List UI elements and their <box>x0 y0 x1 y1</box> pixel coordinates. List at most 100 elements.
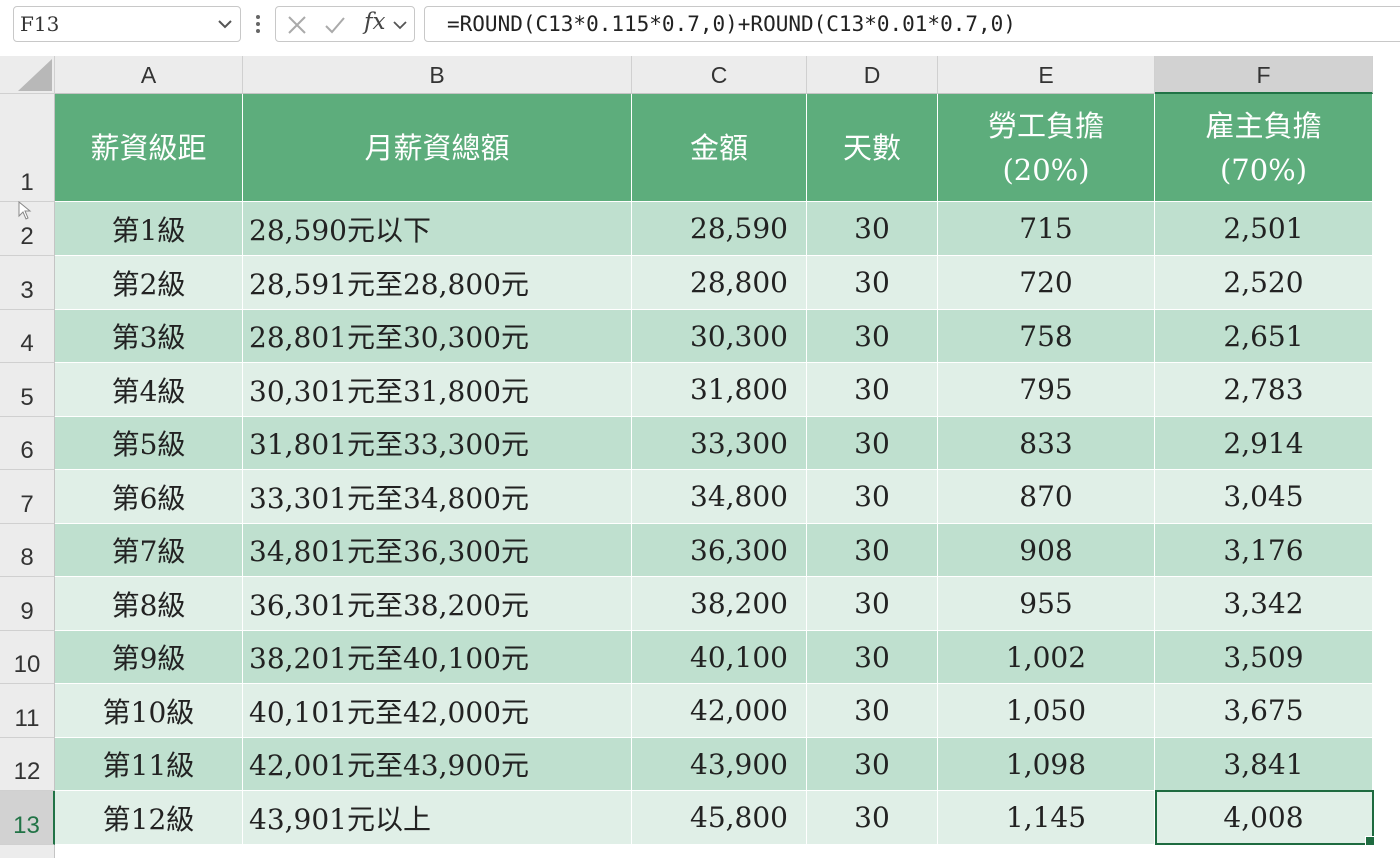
row-header-9[interactable]: 9 <box>0 577 55 631</box>
row-header-14[interactable] <box>0 845 55 858</box>
header-cell-employee-share[interactable]: 勞工負擔 (20%) <box>938 94 1155 202</box>
employer-share-cell[interactable]: 4,008 <box>1155 791 1373 845</box>
employee-share-cell[interactable]: 1,145 <box>938 791 1155 845</box>
name-box[interactable]: F13 <box>13 6 241 42</box>
employee-share-cell[interactable]: 1,050 <box>938 684 1155 738</box>
level-cell[interactable]: 第4級 <box>55 363 243 417</box>
days-cell[interactable]: 30 <box>807 310 938 363</box>
employer-share-cell[interactable]: 2,783 <box>1155 363 1373 417</box>
salary-range-cell[interactable]: 42,001元至43,900元 <box>243 738 632 791</box>
formula-input[interactable]: =ROUND(C13*0.115*0.7,0)+ROUND(C13*0.01*0… <box>424 6 1400 42</box>
row-header-10[interactable]: 10 <box>0 631 55 684</box>
employee-share-cell[interactable]: 908 <box>938 524 1155 577</box>
row-header-8[interactable]: 8 <box>0 524 55 577</box>
salary-range-cell[interactable]: 43,901元以上 <box>243 791 632 845</box>
salary-range-cell[interactable]: 30,301元至31,800元 <box>243 363 632 417</box>
employer-share-cell[interactable]: 3,045 <box>1155 470 1373 524</box>
confirm-check-icon[interactable] <box>324 14 346 36</box>
level-cell[interactable]: 第9級 <box>55 631 243 684</box>
row-header-1[interactable]: 1 <box>0 94 55 202</box>
row-header-12[interactable]: 12 <box>0 738 55 791</box>
row-header-6[interactable]: 6 <box>0 417 55 470</box>
salary-range-cell[interactable]: 28,591元至28,800元 <box>243 256 632 310</box>
row-header-4[interactable]: 4 <box>0 310 55 363</box>
employer-share-cell[interactable]: 3,342 <box>1155 577 1373 631</box>
row-header-13[interactable]: 13 <box>0 791 55 845</box>
employer-share-cell[interactable]: 2,651 <box>1155 310 1373 363</box>
amount-cell[interactable]: 40,100 <box>632 631 807 684</box>
amount-cell[interactable]: 28,800 <box>632 256 807 310</box>
amount-cell[interactable]: 34,800 <box>632 470 807 524</box>
amount-cell[interactable]: 33,300 <box>632 417 807 470</box>
days-cell[interactable]: 30 <box>807 256 938 310</box>
employee-share-cell[interactable]: 715 <box>938 202 1155 256</box>
insert-function-button[interactable]: fx <box>364 9 385 35</box>
employee-share-cell[interactable]: 955 <box>938 577 1155 631</box>
column-header-a[interactable]: A <box>55 56 243 94</box>
days-cell[interactable]: 30 <box>807 202 938 256</box>
days-cell[interactable]: 30 <box>807 363 938 417</box>
amount-cell[interactable]: 28,590 <box>632 202 807 256</box>
header-cell-level[interactable]: 薪資級距 <box>55 94 243 202</box>
cancel-icon[interactable] <box>286 14 308 36</box>
employer-share-cell[interactable]: 3,841 <box>1155 738 1373 791</box>
level-cell[interactable]: 第12級 <box>55 791 243 845</box>
level-cell[interactable]: 第3級 <box>55 310 243 363</box>
amount-cell[interactable]: 30,300 <box>632 310 807 363</box>
column-header-f[interactable]: F <box>1155 56 1373 94</box>
days-cell[interactable]: 30 <box>807 631 938 684</box>
salary-range-cell[interactable]: 38,201元至40,100元 <box>243 631 632 684</box>
employee-share-cell[interactable]: 870 <box>938 470 1155 524</box>
row-header-3[interactable]: 3 <box>0 256 55 310</box>
level-cell[interactable]: 第10級 <box>55 684 243 738</box>
salary-range-cell[interactable]: 28,590元以下 <box>243 202 632 256</box>
amount-cell[interactable]: 38,200 <box>632 577 807 631</box>
employee-share-cell[interactable]: 720 <box>938 256 1155 310</box>
header-cell-amount[interactable]: 金額 <box>632 94 807 202</box>
level-cell[interactable]: 第2級 <box>55 256 243 310</box>
days-cell[interactable]: 30 <box>807 577 938 631</box>
salary-range-cell[interactable]: 36,301元至38,200元 <box>243 577 632 631</box>
chevron-down-icon[interactable] <box>392 17 408 33</box>
column-header-b[interactable]: B <box>243 56 632 94</box>
level-cell[interactable]: 第1級 <box>55 202 243 256</box>
column-header-d[interactable]: D <box>807 56 938 94</box>
days-cell[interactable]: 30 <box>807 524 938 577</box>
fill-handle[interactable] <box>1365 836 1375 846</box>
row-header-7[interactable]: 7 <box>0 470 55 524</box>
days-cell[interactable]: 30 <box>807 738 938 791</box>
row-header-11[interactable]: 11 <box>0 684 55 738</box>
employer-share-cell[interactable]: 3,675 <box>1155 684 1373 738</box>
employee-share-cell[interactable]: 833 <box>938 417 1155 470</box>
level-cell[interactable]: 第7級 <box>55 524 243 577</box>
amount-cell[interactable]: 43,900 <box>632 738 807 791</box>
employer-share-cell[interactable]: 2,520 <box>1155 256 1373 310</box>
level-cell[interactable]: 第5級 <box>55 417 243 470</box>
column-header-e[interactable]: E <box>938 56 1155 94</box>
employee-share-cell[interactable]: 758 <box>938 310 1155 363</box>
header-cell-days[interactable]: 天數 <box>807 94 938 202</box>
salary-range-cell[interactable]: 40,101元至42,000元 <box>243 684 632 738</box>
amount-cell[interactable]: 42,000 <box>632 684 807 738</box>
salary-range-cell[interactable]: 33,301元至34,800元 <box>243 470 632 524</box>
days-cell[interactable]: 30 <box>807 470 938 524</box>
level-cell[interactable]: 第11級 <box>55 738 243 791</box>
employee-share-cell[interactable]: 1,098 <box>938 738 1155 791</box>
employee-share-cell[interactable]: 795 <box>938 363 1155 417</box>
amount-cell[interactable]: 36,300 <box>632 524 807 577</box>
level-cell[interactable]: 第8級 <box>55 577 243 631</box>
more-options-icon[interactable] <box>252 12 264 36</box>
salary-range-cell[interactable]: 34,801元至36,300元 <box>243 524 632 577</box>
employer-share-cell[interactable]: 2,501 <box>1155 202 1373 256</box>
employer-share-cell[interactable]: 2,914 <box>1155 417 1373 470</box>
level-cell[interactable]: 第6級 <box>55 470 243 524</box>
salary-range-cell[interactable]: 28,801元至30,300元 <box>243 310 632 363</box>
amount-cell[interactable]: 31,800 <box>632 363 807 417</box>
chevron-down-icon[interactable] <box>216 15 234 33</box>
days-cell[interactable]: 30 <box>807 791 938 845</box>
salary-range-cell[interactable]: 31,801元至33,300元 <box>243 417 632 470</box>
employer-share-cell[interactable]: 3,176 <box>1155 524 1373 577</box>
days-cell[interactable]: 30 <box>807 684 938 738</box>
employer-share-cell[interactable]: 3,509 <box>1155 631 1373 684</box>
amount-cell[interactable]: 45,800 <box>632 791 807 845</box>
